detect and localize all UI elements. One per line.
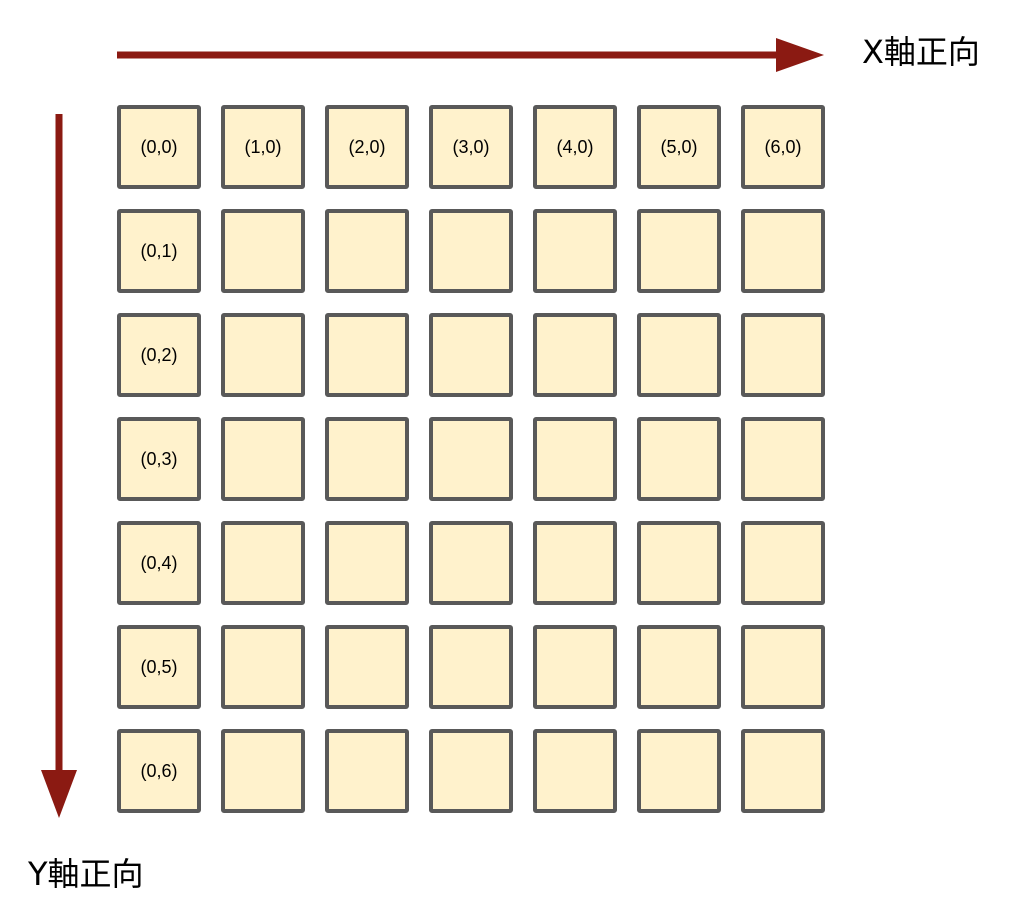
grid-cell (325, 625, 409, 709)
grid-cell (741, 417, 825, 501)
grid-cell (221, 521, 305, 605)
grid-cell (325, 521, 409, 605)
grid-cell: (4,0) (533, 105, 617, 189)
grid-cell (637, 209, 721, 293)
grid-cell (741, 209, 825, 293)
grid-cell: (0,3) (117, 417, 201, 501)
grid-cell: (3,0) (429, 105, 513, 189)
grid-cell (637, 729, 721, 813)
grid-cell (533, 729, 617, 813)
grid-cell (429, 313, 513, 397)
grid-cell (637, 625, 721, 709)
x-axis-label: X軸正向 (862, 33, 980, 71)
grid-cell (221, 729, 305, 813)
grid-cell: (5,0) (637, 105, 721, 189)
grid-cell (533, 417, 617, 501)
grid-cell: (6,0) (741, 105, 825, 189)
grid-cell (429, 729, 513, 813)
grid-cell: (0,6) (117, 729, 201, 813)
grid-cell (429, 625, 513, 709)
grid-cell (741, 521, 825, 605)
grid-cell: (0,2) (117, 313, 201, 397)
grid-cell (221, 625, 305, 709)
y-axis-label: Y軸正向 (28, 855, 144, 893)
grid-cell (741, 729, 825, 813)
grid-cell (741, 313, 825, 397)
grid-cell: (1,0) (221, 105, 305, 189)
grid-cell (325, 417, 409, 501)
grid-cell (325, 313, 409, 397)
grid-cell (533, 313, 617, 397)
grid-cell (221, 313, 305, 397)
grid-cell (429, 209, 513, 293)
grid-cell (429, 417, 513, 501)
grid-cell (221, 209, 305, 293)
y-axis-arrowhead (41, 770, 77, 818)
grid-cell (533, 521, 617, 605)
grid-cell: (0,0) (117, 105, 201, 189)
grid-cell (325, 729, 409, 813)
grid-cell (325, 209, 409, 293)
cell-grid: (0,0) (1,0) (2,0) (3,0) (4,0) (5,0) (6,0) (0,1)… (117, 105, 827, 815)
grid-cell (637, 313, 721, 397)
grid-cell (429, 521, 513, 605)
coordinate-grid-diagram: X軸正向 Y軸正向 (0,0) (1,0) (2,0) (3,0) (4,0) (5,0)… (0, 0, 1018, 916)
grid-cell (637, 417, 721, 501)
grid-cell: (0,5) (117, 625, 201, 709)
grid-cell (221, 417, 305, 501)
x-axis-arrowhead (776, 38, 824, 72)
grid-cell (533, 209, 617, 293)
grid-cell (637, 521, 721, 605)
grid-cell (741, 625, 825, 709)
grid-cell: (0,4) (117, 521, 201, 605)
grid-cell (533, 625, 617, 709)
grid-cell: (2,0) (325, 105, 409, 189)
grid-cell: (0,1) (117, 209, 201, 293)
